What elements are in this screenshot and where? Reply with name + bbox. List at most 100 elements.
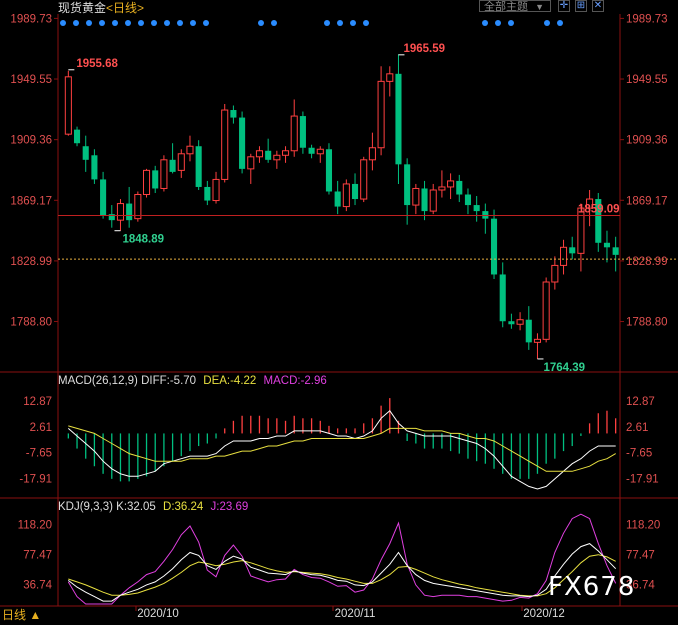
event-dot: [482, 20, 488, 26]
candle-body: [204, 186, 211, 201]
left-price-tick: 1869.17: [10, 195, 52, 207]
event-dot: [99, 20, 105, 26]
kdj-j-line: [67, 513, 617, 605]
event-dot: [190, 20, 196, 26]
event-dot: [125, 20, 131, 26]
macd-macd-value: MACD:-2.96: [263, 375, 327, 387]
kdj-d-line: [68, 554, 616, 597]
candle-body: [82, 146, 89, 160]
kdj-j-value: J:23.69: [210, 501, 249, 513]
kdj-k-value: K:32.05: [116, 501, 156, 513]
left-price-tick: 1828.99: [10, 256, 52, 268]
kdj-right-tick: 118.20: [626, 519, 660, 531]
candle-body: [508, 321, 515, 325]
candle-body: [342, 183, 350, 208]
event-dot: [337, 20, 343, 26]
event-dot: [60, 20, 66, 26]
candle-body: [290, 115, 298, 152]
chart-canvas: 1989.73 1989.73 1949.55 1949.55 1909.36 1909.…: [0, 13, 678, 620]
crosshair-icon[interactable]: ✛: [558, 0, 570, 12]
candle-body: [516, 319, 524, 325]
date-label: 2020/11: [335, 608, 376, 620]
candle-body: [551, 264, 559, 283]
macd-left-tick: 2.61: [30, 422, 52, 434]
event-dot: [324, 20, 330, 26]
candle-body: [368, 147, 376, 161]
candle-body: [603, 242, 611, 248]
event-dot: [138, 20, 144, 26]
candle-body: [490, 218, 498, 275]
candle-body: [316, 148, 324, 155]
event-dot: [73, 20, 79, 26]
event-dot: [557, 20, 563, 26]
candle-body: [351, 183, 359, 200]
candle-body: [265, 150, 272, 160]
date-label: 2020/12: [523, 608, 565, 620]
period-selector[interactable]: <日线>: [106, 1, 144, 15]
candle-body: [456, 180, 463, 195]
candle-body: [73, 129, 81, 144]
event-dot: [203, 20, 209, 26]
event-dot: [258, 20, 264, 26]
right-price-tick: 1869.17: [626, 195, 668, 207]
candle-body: [559, 246, 568, 266]
right-price-tick: 1788.80: [626, 317, 668, 329]
candle-body: [177, 153, 185, 171]
macd-left-tick: 12.87: [23, 396, 52, 408]
candle-body: [533, 338, 542, 343]
grid-view-icon[interactable]: ⊞: [575, 0, 587, 12]
kdj-left-tick: 36.74: [23, 579, 52, 591]
candle-body: [186, 145, 194, 155]
candle-body: [152, 170, 159, 189]
kdj-right-tick: 77.47: [626, 549, 655, 561]
candle-body: [308, 147, 315, 154]
event-dot: [363, 20, 369, 26]
candle-body: [421, 188, 428, 212]
close-icon[interactable]: ✕: [592, 0, 604, 12]
event-dot: [112, 20, 118, 26]
candle-body: [126, 203, 133, 221]
watermark-logo: FX678: [548, 572, 636, 602]
candle-body: [230, 110, 237, 118]
candle-body: [247, 156, 255, 170]
candle-body: [438, 186, 446, 191]
candle-body: [360, 159, 368, 200]
candle-body: [142, 169, 151, 196]
chevron-down-icon: ▼: [535, 2, 544, 12]
candle-body: [281, 150, 290, 156]
top-bar: 现货黄金<日线> 全部主题 ▼ ✛ ⊞ ✕: [0, 0, 678, 15]
candle-body: [169, 159, 176, 172]
macd-panel: 12.87 12.87 2.61 2.61 -7.65 -7.65 -17.91 -17.91: [19, 396, 659, 490]
candle-body: [91, 155, 98, 180]
kdj-legend: KDJ(9,3,3) K:32.05 D:36.24 J:23.69: [58, 501, 248, 513]
instrument-name: 现货黄金: [58, 1, 107, 15]
macd-right-tick: 12.87: [626, 396, 655, 408]
macd-right-tick: -7.65: [626, 448, 652, 460]
event-dot: [508, 20, 514, 26]
macd-params: MACD(26,12,9): [58, 375, 138, 387]
macd-diff-line: [67, 409, 616, 490]
price-annotations: 1955.68 1965.59 1848.89 1764.39 1859.09: [68, 43, 620, 374]
macd-dea-line: [68, 425, 616, 472]
event-dot: [86, 20, 92, 26]
candle-body: [482, 211, 489, 219]
right-price-tick: 1989.73: [626, 13, 668, 25]
event-dot: [164, 20, 170, 26]
candle-body: [195, 146, 202, 187]
kdj-d-value: D:36.24: [163, 501, 204, 513]
candle-body: [334, 191, 341, 207]
candle-body: [404, 164, 411, 206]
right-price-tick: 1909.36: [626, 135, 668, 147]
theme-selector-button[interactable]: 全部主题 ▼: [479, 0, 551, 13]
candle-body: [542, 281, 550, 340]
candle-body: [447, 180, 455, 188]
candle-body: [273, 154, 281, 161]
candle-body: [473, 205, 480, 212]
candle-body: [299, 116, 306, 148]
candle-body: [160, 159, 168, 189]
macd-left-tick: -7.65: [26, 448, 52, 460]
kdj-left-tick: 118.20: [18, 519, 52, 531]
period-tab[interactable]: 日线 ▲: [0, 606, 41, 625]
candle-body: [395, 73, 402, 165]
candle-body: [412, 187, 420, 206]
